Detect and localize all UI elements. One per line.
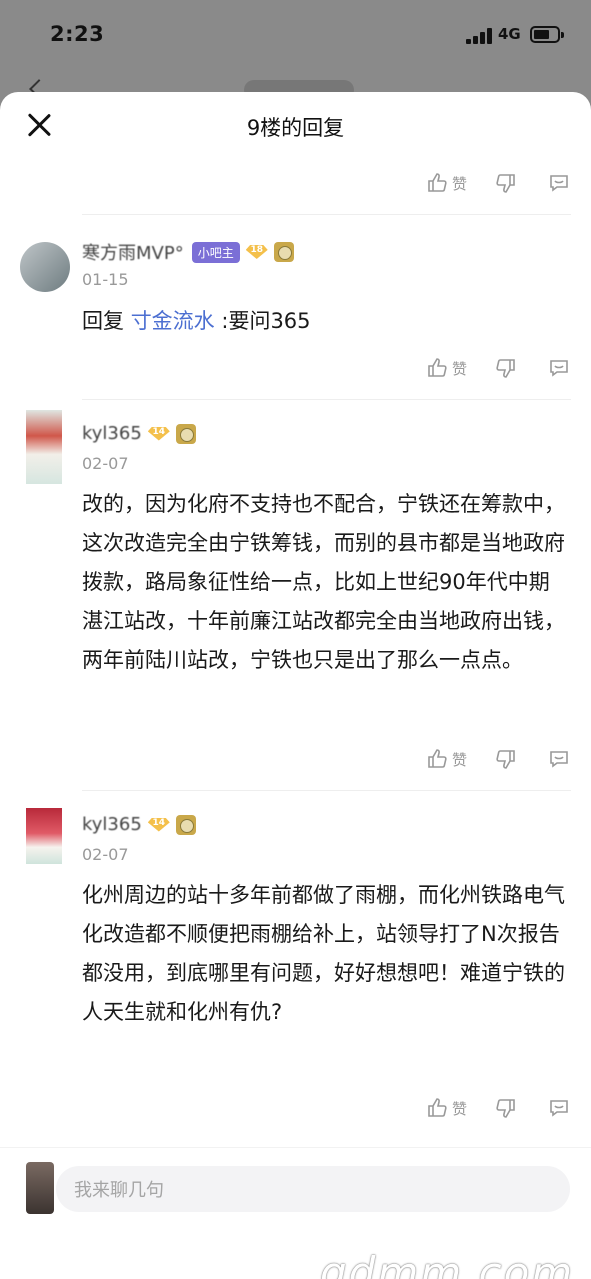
like-button[interactable]: 赞: [426, 1096, 467, 1120]
comment-button[interactable]: [547, 356, 571, 380]
username[interactable]: kyl365: [82, 814, 142, 835]
like-button[interactable]: 赞: [426, 747, 467, 771]
reply-username-row: 寒方雨MVP° 小吧主 18: [82, 239, 294, 265]
dislike-button[interactable]: [493, 747, 517, 771]
thumbs-up-icon: [428, 173, 447, 192]
reply-prefix: 回复: [82, 309, 124, 333]
reply-username-row: kyl365 14: [82, 423, 196, 444]
reply-actions: 赞: [426, 353, 571, 383]
comment-icon: [550, 360, 568, 377]
comment-icon: [550, 175, 568, 192]
thumbs-down-icon: [496, 359, 515, 378]
reply-actions: 赞: [426, 744, 571, 774]
avatar[interactable]: [26, 410, 62, 484]
status-bar: 2:23 4G: [0, 0, 591, 70]
reply-actions: 赞: [426, 1093, 571, 1123]
comment-input-bar: 我来聊几句 gdmm.com: [0, 1147, 591, 1279]
comment-icon: [550, 1100, 568, 1117]
thumbs-down-icon: [496, 750, 515, 769]
thumbs-down-icon: [496, 174, 515, 193]
username[interactable]: 寒方雨MVP°: [82, 239, 184, 265]
comment-button[interactable]: [547, 171, 571, 195]
level-badge-icon: 14: [148, 425, 170, 443]
comment-button[interactable]: [547, 1096, 571, 1120]
like-button[interactable]: 赞: [426, 356, 467, 380]
reply-body[interactable]: 改的，因为化府不支持也不配合，宁铁还在筹款中，这次改造完全由宁铁筹钱，而别的县市…: [82, 485, 567, 680]
avatar[interactable]: [20, 242, 70, 292]
level-number: 14: [152, 426, 166, 437]
medal-icon: [175, 814, 196, 835]
comment-button[interactable]: [547, 747, 571, 771]
level-number: 14: [152, 817, 166, 828]
level-badge-icon: 14: [148, 816, 170, 834]
thumbs-up-icon: [428, 1098, 447, 1117]
dislike-button[interactable]: [493, 1096, 517, 1120]
reply-body[interactable]: 化州周边的站十多年前都做了雨棚，而化州铁路电气化改造都不顺便把雨棚给补上，站领导…: [82, 876, 567, 1032]
reply-date: 02-07: [82, 454, 129, 473]
comment-icon: [550, 751, 568, 768]
battery-icon: [530, 26, 564, 43]
sheet-title: 9楼的回复: [246, 116, 345, 140]
reply-sheet: 9楼的回复 赞 寒方雨MVP° 小吧主 18 01-15 回复 寸金流水 :要问…: [0, 92, 591, 1279]
medal-icon: [175, 423, 196, 444]
like-label: 赞: [451, 1099, 467, 1118]
post-actions: 赞: [426, 168, 571, 198]
divider: [82, 214, 571, 215]
reply-date: 02-07: [82, 845, 129, 864]
reply-body: :要问365: [221, 309, 311, 333]
level-badge-icon: 18: [246, 243, 268, 261]
divider: [82, 399, 571, 400]
reply-text[interactable]: 回复 寸金流水 :要问365: [82, 302, 567, 341]
reply-username-row: kyl365 14: [82, 814, 196, 835]
comment-input[interactable]: 我来聊几句: [56, 1166, 570, 1212]
thumbs-down-icon: [496, 1099, 515, 1118]
divider: [82, 790, 571, 791]
status-time: 2:23: [50, 22, 105, 46]
thumbs-up-icon: [428, 358, 447, 377]
reply-date: 01-15: [82, 270, 129, 289]
like-label: 赞: [451, 359, 467, 378]
like-label: 赞: [451, 750, 467, 769]
my-avatar: [26, 1162, 54, 1214]
reply-target-link[interactable]: 寸金流水: [131, 309, 215, 333]
level-number: 18: [250, 245, 263, 255]
dislike-button[interactable]: [493, 171, 517, 195]
like-button[interactable]: 赞: [426, 171, 467, 195]
dislike-button[interactable]: [493, 356, 517, 380]
network-label: 4G: [498, 25, 521, 43]
like-label: 赞: [451, 174, 467, 193]
thumbs-up-icon: [428, 749, 447, 768]
username[interactable]: kyl365: [82, 423, 142, 444]
avatar[interactable]: [26, 808, 62, 864]
medal-icon: [273, 242, 294, 262]
watermark: gdmm.com: [320, 1248, 575, 1279]
admin-badge: 小吧主: [191, 241, 240, 263]
signal-icon: [466, 28, 494, 44]
